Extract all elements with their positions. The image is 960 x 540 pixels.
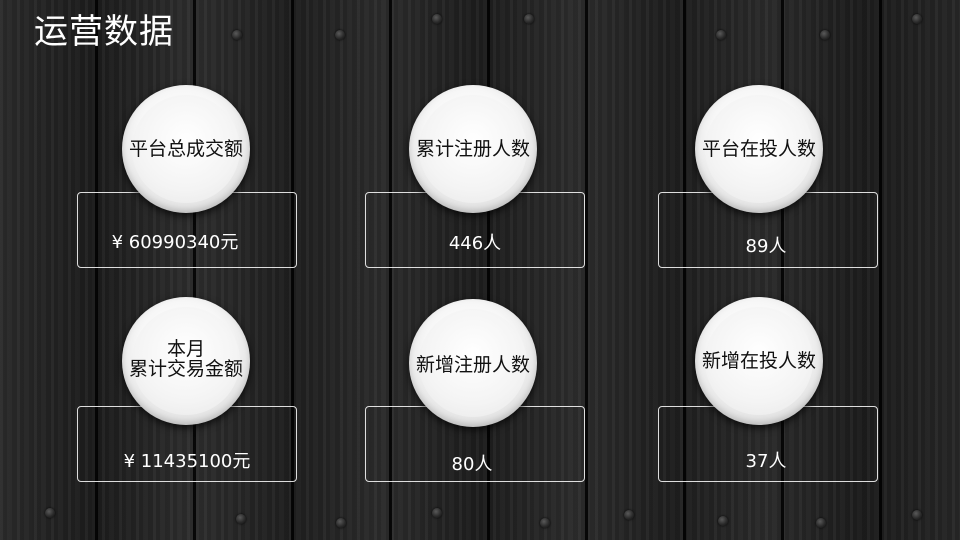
nail-decoration [716,30,726,40]
plate-badge: 平台在投人数 [695,85,823,213]
stat-card-label: 平台在投人数 [701,138,816,160]
stat-card-value: 80人 [451,454,493,475]
page-title: 运营数据 [34,12,174,52]
nail-decoration [540,518,550,528]
nail-decoration [432,508,442,518]
stat-card-label: 新增注册人数 [415,354,530,376]
nail-decoration [336,518,346,528]
nail-decoration [236,514,246,524]
nail-decoration [335,30,345,40]
nail-decoration [624,510,634,520]
plate-badge: 新增注册人数 [409,299,537,427]
nail-decoration [718,516,728,526]
nail-decoration [912,14,922,24]
nail-decoration [912,510,922,520]
stat-card-value: ¥ 60990340元 [111,232,239,253]
plate-badge: 平台总成交额 [122,85,250,213]
plate-badge: 本月 累计交易金额 [122,297,250,425]
stat-card-value: ¥ 11435100元 [123,451,251,472]
stat-card-label: 平台总成交额 [128,138,243,160]
plate-badge: 新增在投人数 [695,297,823,425]
stat-card-value: 446人 [448,233,502,254]
nail-decoration [820,30,830,40]
nail-decoration [232,30,242,40]
plate-badge: 累计注册人数 [409,85,537,213]
stat-card-value: 37人 [745,451,787,472]
nail-decoration [816,518,826,528]
stat-card-label-line2: 累计交易金额 [128,358,243,380]
stat-card-label: 新增在投人数 [701,350,816,372]
nail-decoration [432,14,442,24]
stat-card-label: 累计注册人数 [415,138,530,160]
stat-card-value: 89人 [745,236,787,257]
nail-decoration [524,14,534,24]
nail-decoration [45,508,55,518]
